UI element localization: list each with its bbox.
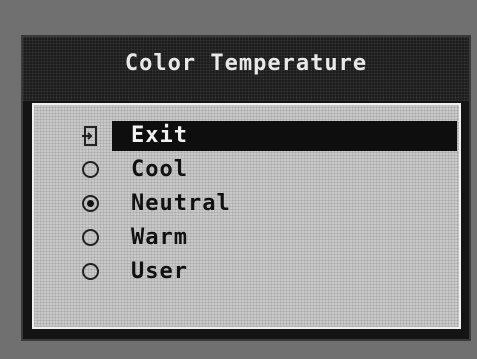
menu-item-label: User [131, 259, 188, 284]
menu-item-label: Warm [131, 225, 188, 250]
exit-icon [82, 126, 97, 146]
menu-item-warm[interactable]: Warm [34, 221, 459, 255]
osd-menu-window: Color Temperature Exit Cool Neutral Warm… [21, 35, 471, 341]
menu-item-exit[interactable]: Exit [34, 119, 459, 153]
radio-unchecked-icon[interactable] [82, 229, 99, 246]
osd-menu-body: Exit Cool Neutral Warm User [32, 103, 461, 329]
menu-item-label: Neutral [131, 191, 231, 216]
radio-unchecked-icon[interactable] [82, 263, 99, 280]
menu-item-cool[interactable]: Cool [34, 153, 459, 187]
menu-item-neutral[interactable]: Neutral [34, 187, 459, 221]
menu-item-user[interactable]: User [34, 255, 459, 289]
menu-item-label: Exit [131, 123, 188, 148]
menu-item-label: Cool [131, 157, 188, 182]
osd-header: Color Temperature [23, 37, 469, 101]
radio-checked-icon[interactable] [82, 195, 99, 212]
menu-title: Color Temperature [124, 51, 368, 76]
radio-unchecked-icon[interactable] [82, 161, 99, 178]
monitor-bezel: Color Temperature Exit Cool Neutral Warm… [0, 0, 477, 359]
color-temperature-options: Exit Cool Neutral Warm User [34, 119, 459, 289]
